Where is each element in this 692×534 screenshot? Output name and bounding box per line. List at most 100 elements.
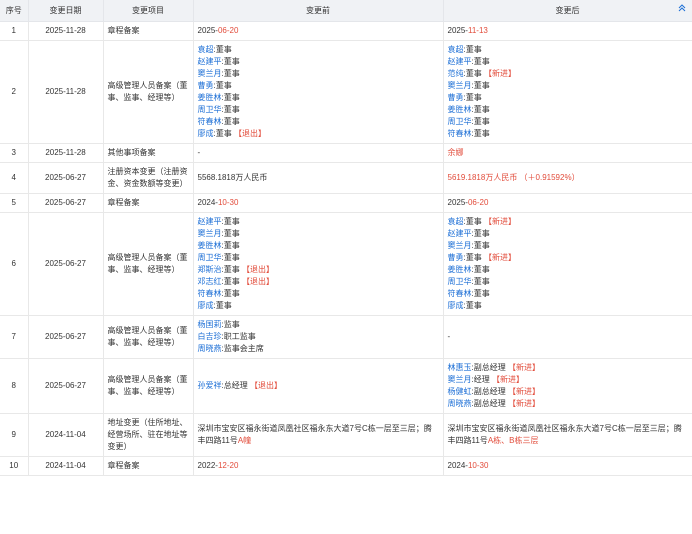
before-line: 窦兰月:董事 xyxy=(198,68,439,80)
highlight-text: 【新进】 xyxy=(483,69,516,78)
text-part: :董事 xyxy=(221,93,240,102)
row-before: 2022-12-20 xyxy=(193,456,444,476)
row-after: 2025-06-20 xyxy=(443,193,692,213)
row-date: 2025-06-27 xyxy=(28,193,104,213)
highlight-text: 10-30 xyxy=(217,198,239,207)
row-index: 1 xyxy=(0,21,29,41)
person-link[interactable]: 周晓燕 xyxy=(198,344,222,353)
chevron-up-icon[interactable] xyxy=(678,4,686,14)
after-line: 姜胜林:董事 xyxy=(448,104,688,116)
person-link[interactable]: 杨健虹 xyxy=(448,387,472,396)
before-line: 周卫华:董事 xyxy=(198,104,439,116)
person-link[interactable]: 姜胜林 xyxy=(448,265,472,274)
person-link[interactable]: 廖成 xyxy=(198,301,214,310)
person-link[interactable]: 周晓燕 xyxy=(448,399,472,408)
text-part: :副总经理 xyxy=(471,387,508,396)
after-line: 袁超:董事 【新进】 xyxy=(448,216,688,228)
person-link[interactable]: 符春林 xyxy=(198,117,222,126)
person-link[interactable]: 窦兰月 xyxy=(448,81,472,90)
person-link[interactable]: 周卫华 xyxy=(198,253,222,262)
text-part: :董事 xyxy=(463,301,482,310)
person-link[interactable]: 赵建平 xyxy=(448,57,472,66)
person-link[interactable]: 范纯 xyxy=(448,69,464,78)
highlight-text: 【新进】 xyxy=(483,217,516,226)
after-line: 窦兰月:董事 xyxy=(448,80,688,92)
text-part: :董事 xyxy=(213,45,232,54)
before-line: - xyxy=(198,147,439,159)
highlight-text: 11-13 xyxy=(467,26,488,35)
person-link[interactable]: 郑斯治 xyxy=(198,265,222,274)
header-item: 变更项目 xyxy=(103,0,194,22)
after-line: 2025-06-20 xyxy=(448,197,688,209)
person-link[interactable]: 窦兰月 xyxy=(448,241,472,250)
person-link[interactable]: 白吉珍 xyxy=(198,332,222,341)
before-line: 白吉珍:职工监事 xyxy=(198,331,439,343)
row-after: 余娜 xyxy=(443,143,692,163)
row-before: 2024-10-30 xyxy=(193,193,444,213)
table-row: 4 2025-06-27 注册资本变更（注册资金、资金数额等变更） 5568.1818… xyxy=(0,162,692,194)
row-before: 袁超:董事 赵建平:董事 窦兰月:董事 曹勇:董事 姜胜林:董事 周卫华:董事 符春林:董事… xyxy=(193,40,444,144)
text-part: :董事 xyxy=(471,117,490,126)
after-line: 范纯:董事 【新进】 xyxy=(448,68,688,80)
text-part: :董事 xyxy=(471,265,490,274)
person-link[interactable]: 窦兰月 xyxy=(198,69,222,78)
person-link[interactable]: 窦兰月 xyxy=(198,229,222,238)
row-item: 高级管理人员备案（董事、监事、经理等） xyxy=(103,40,194,144)
after-line: 符春林:董事 xyxy=(448,128,688,140)
row-index: 3 xyxy=(0,143,29,163)
person-link[interactable]: 袁超 xyxy=(448,217,464,226)
table-row: 6 2025-06-27 高级管理人员备案（董事、监事、经理等） 赵建平:董事 窦兰月:… xyxy=(0,212,692,316)
person-link[interactable]: 姜胜林 xyxy=(198,93,222,102)
person-link[interactable]: 姜胜林 xyxy=(198,241,222,250)
person-link[interactable]: 曹勇 xyxy=(448,253,464,262)
before-line: 廖成:董事 【退出】 xyxy=(198,128,439,140)
text-part: :董事 xyxy=(463,93,482,102)
table-header: 序号 变更日期 变更项目 变更前 变更后 xyxy=(0,0,692,22)
before-line: 2024-10-30 xyxy=(198,197,439,209)
text-part: :董事 xyxy=(471,241,490,250)
highlight-text: 余娜 xyxy=(447,148,464,157)
person-link[interactable]: 符春林 xyxy=(448,129,472,138)
person-link[interactable]: 赵建平 xyxy=(198,217,222,226)
person-link[interactable]: 邓志红 xyxy=(198,277,222,286)
text-part: 2024- xyxy=(447,461,468,470)
person-link[interactable]: 窦兰月 xyxy=(448,375,472,384)
person-link[interactable]: 袁超 xyxy=(448,45,464,54)
person-link[interactable]: 林惠玉 xyxy=(448,363,472,372)
person-link[interactable]: 姜胜林 xyxy=(448,105,472,114)
row-date: 2025-06-27 xyxy=(28,162,104,194)
row-after: 2024-10-30 xyxy=(443,456,692,476)
highlight-text: 【新进】 xyxy=(483,253,516,262)
person-link[interactable]: 廖成 xyxy=(448,301,464,310)
row-after: 5619.1818万人民币 （＋0.91592%） xyxy=(443,162,692,194)
person-link[interactable]: 杨国莉 xyxy=(198,320,222,329)
text-part: 深圳市宝安区福永街道凤凰社区福永东大道7号C栋一层至三层；腾丰四路11号 xyxy=(197,424,432,445)
person-link[interactable]: 曹勇 xyxy=(448,93,464,102)
highlight-text: 12-20 xyxy=(217,461,239,470)
before-line: 杨国莉:监事 xyxy=(198,319,439,331)
person-link[interactable]: 符春林 xyxy=(198,289,222,298)
before-line: 赵建平:董事 xyxy=(198,216,439,228)
person-link[interactable]: 袁超 xyxy=(198,45,214,54)
person-link[interactable]: 曹勇 xyxy=(198,81,214,90)
after-line: 赵建平:董事 xyxy=(448,56,688,68)
text-part: 2025- xyxy=(447,198,468,207)
person-link[interactable]: 赵建平 xyxy=(198,57,222,66)
person-link[interactable]: 周卫华 xyxy=(448,277,472,286)
highlight-text: 【退出】 xyxy=(241,277,274,286)
text-part: :董事 xyxy=(463,253,484,262)
text-part: :董事 xyxy=(471,81,490,90)
row-before: 孙爱祥:总经理 【退出】 xyxy=(193,358,444,414)
person-link[interactable]: 赵建平 xyxy=(448,229,472,238)
person-link[interactable]: 廖成 xyxy=(198,129,214,138)
after-line: 周卫华:董事 xyxy=(448,276,688,288)
person-link[interactable]: 孙爱祥 xyxy=(198,381,222,390)
row-date: 2024-11-04 xyxy=(28,413,104,457)
person-link[interactable]: 周卫华 xyxy=(448,117,472,126)
person-link[interactable]: 符春林 xyxy=(448,289,472,298)
before-line: 袁超:董事 xyxy=(198,44,439,56)
table-row: 3 2025-11-28 其他事项备案 - 余娜 xyxy=(0,143,692,163)
person-link[interactable]: 周卫华 xyxy=(198,105,222,114)
after-line: 曹勇:董事 【新进】 xyxy=(448,252,688,264)
text-part: :董事 xyxy=(213,129,234,138)
